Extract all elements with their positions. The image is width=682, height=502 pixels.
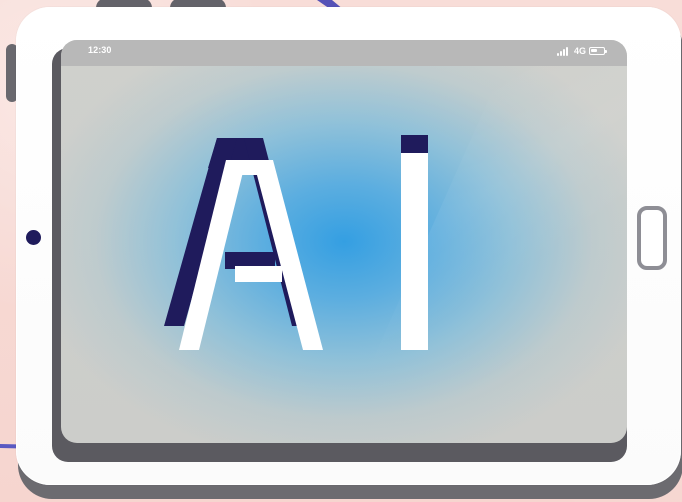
letter-a: [164, 138, 323, 350]
ai-graphic: AI: [164, 135, 428, 350]
letter-i-cap: [401, 135, 428, 153]
letter-i-stem: [401, 153, 428, 350]
tablet-screen: 12:30 4G AI: [61, 40, 627, 443]
front-camera-icon: [26, 230, 41, 245]
home-button[interactable]: [637, 206, 667, 270]
letter-i: [401, 135, 428, 350]
